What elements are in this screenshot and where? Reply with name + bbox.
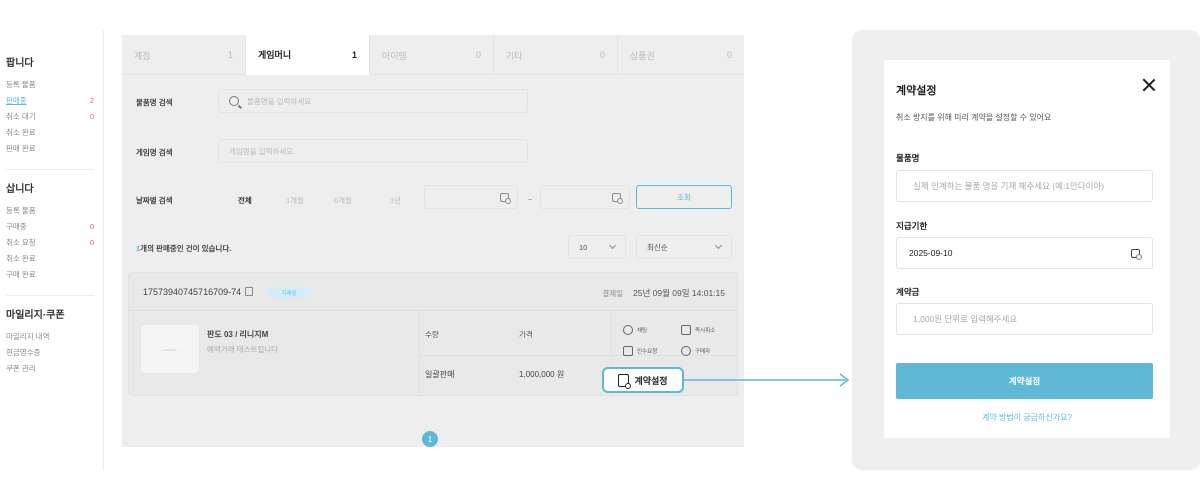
request-icon (623, 346, 633, 356)
sidebar-item-sale-done[interactable]: 판매 완료 (6, 141, 94, 157)
payment-date: 결제일 25년 09월 09일 14:01:15 (602, 288, 725, 298)
status-badge: 거래중 (267, 287, 311, 298)
sidebar-item-buy-done[interactable]: 구매 완료 (6, 267, 94, 283)
order-header: 17573940745716709-74 거래중 결제일 25년 09월 09일 … (129, 273, 737, 311)
sidebar-item-buy-registered[interactable]: 등록 물품 (6, 203, 94, 219)
page-size-select[interactable]: 10 (568, 235, 626, 259)
sidebar-section-title: 마일리지·쿠폰 (6, 310, 65, 321)
divider (419, 311, 420, 397)
period-6month[interactable]: 6개월 (334, 195, 352, 206)
contract-settings-button[interactable]: 계약설정 (602, 367, 684, 393)
sidebar-section-title: 삽니다 (6, 184, 34, 195)
chevron-down-icon (608, 241, 617, 250)
category-tabs: 계정 1 게임머니 1 아이템 0 기타 0 상품권 0 (122, 35, 744, 75)
start-date-input[interactable] (424, 185, 518, 209)
item-search-input[interactable]: 물품명을 입력하세요 (218, 89, 528, 113)
chat-icon (623, 325, 633, 335)
sidebar-section-title: 팝니다 (6, 58, 34, 69)
count-badge: 0 (89, 238, 94, 247)
modal-title: 계약설정 (896, 85, 937, 97)
calendar-icon (500, 192, 511, 204)
sidebar-item-cancel-done[interactable]: 취소 완료 (6, 125, 94, 141)
date-separator: ~ (528, 195, 533, 204)
divider (6, 295, 94, 296)
submit-button[interactable]: 계약설정 (896, 363, 1153, 399)
close-icon[interactable] (1142, 78, 1156, 92)
date-search-label: 날짜별 검색 (136, 196, 173, 205)
product-thumbnail: — sample — (141, 325, 199, 373)
deposit-input[interactable]: 1,000원 단위로 입력해주세요 (896, 303, 1153, 335)
contract-settings-modal: 계약설정 취소 방지를 위해 미리 계약을 설정할 수 있어요 물품명 실제 인… (884, 60, 1170, 438)
sidebar-item-buy-cancel-done[interactable]: 취소 완료 (6, 251, 94, 267)
handover-request-button[interactable]: 인수요청 (623, 346, 657, 356)
chevron-down-icon (714, 241, 723, 250)
period-all[interactable]: 전체 (238, 195, 252, 206)
tab-item[interactable]: 아이템 0 (370, 35, 494, 75)
search-icon (229, 96, 239, 106)
item-search-label: 물품명 검색 (136, 98, 173, 107)
period-1month[interactable]: 1개월 (286, 195, 304, 206)
person-icon (681, 346, 691, 356)
sidebar-item-cash-receipt[interactable]: 현금영수증 (6, 345, 94, 361)
chat-button[interactable]: 채팅 (623, 325, 647, 335)
sidebar-item-buying[interactable]: 구매중 0 (6, 219, 94, 235)
item-name-input[interactable]: 실제 인계하는 물품 명을 기재 해주세요 (예:1만다이아) (896, 170, 1153, 202)
contract-icon (618, 373, 632, 389)
game-search-input[interactable]: 게임명을 입력하세요. (218, 139, 528, 163)
calendar-icon[interactable] (1131, 248, 1142, 260)
help-link[interactable]: 계약 방법이 궁금하신가요? (884, 412, 1170, 423)
result-count: 1개의 판매중인 건이 있습니다. (136, 244, 232, 253)
sidebar: 팝니다 등록 물품 판매중 2 취소 대기 0 취소 완료 판매 완료 삽니다 등록… (0, 30, 104, 470)
arrow-connector (684, 373, 850, 387)
copy-icon[interactable] (245, 287, 254, 296)
sales-page: 팝니다 등록 물품 판매중 2 취소 대기 0 취소 완료 판매 완료 삽니다 등록… (0, 30, 748, 470)
period-1year[interactable]: 1년 (390, 195, 401, 206)
sidebar-item-selling[interactable]: 판매중 2 (6, 93, 94, 109)
tab-account[interactable]: 계정 1 (122, 35, 246, 75)
tab-etc[interactable]: 기타 0 (494, 35, 618, 75)
divider (6, 169, 94, 170)
deadline-label: 지급기한 (896, 221, 928, 231)
tab-gift-card[interactable]: 상품권 0 (618, 35, 744, 75)
sidebar-item-cancel-request[interactable]: 취소 요청 0 (6, 235, 94, 251)
count-badge: 0 (89, 112, 94, 121)
deposit-label: 계약금 (896, 287, 920, 297)
order-number: 17573940745716709-74 (143, 287, 254, 297)
count-badge: 2 (89, 96, 94, 105)
item-name-label: 물품명 (896, 153, 920, 163)
buyer-button[interactable]: 구매자 (681, 346, 710, 356)
calendar-icon (612, 192, 623, 204)
sidebar-item-mileage[interactable]: 마일리지 내역 (6, 329, 94, 345)
sidebar-item-registered[interactable]: 등록 물품 (6, 77, 94, 93)
product-description: 예약거래 테스트입니다 (207, 345, 279, 354)
quantity-label: 수량 (425, 330, 439, 339)
count-badge: 0 (89, 222, 94, 231)
query-button[interactable]: 조회 (636, 185, 732, 209)
page-1[interactable]: 1 (422, 431, 438, 447)
cancel-icon (681, 325, 691, 335)
modal-subtitle: 취소 방지를 위해 미리 계약을 설정할 수 있어요 (896, 113, 1052, 122)
sidebar-item-coupon[interactable]: 쿠폰 관리 (6, 361, 94, 377)
sidebar-item-cancel-pending[interactable]: 취소 대기 0 (6, 109, 94, 125)
deadline-input[interactable]: 2025-09-10 (896, 237, 1153, 269)
price-label: 가격 (519, 330, 533, 339)
tab-game-money[interactable]: 게임머니 1 (246, 35, 370, 75)
end-date-input[interactable] (540, 185, 630, 209)
game-search-label: 게임명 검색 (136, 148, 173, 157)
instant-cancel-button[interactable]: 즉시취소 (681, 325, 715, 335)
sort-select[interactable]: 최신순 (636, 235, 732, 259)
product-name: 판도 03 / 리니지M (207, 330, 269, 339)
price-value: 1,000,000 원 (519, 370, 565, 379)
quantity-value: 일괄판매 (425, 370, 455, 379)
